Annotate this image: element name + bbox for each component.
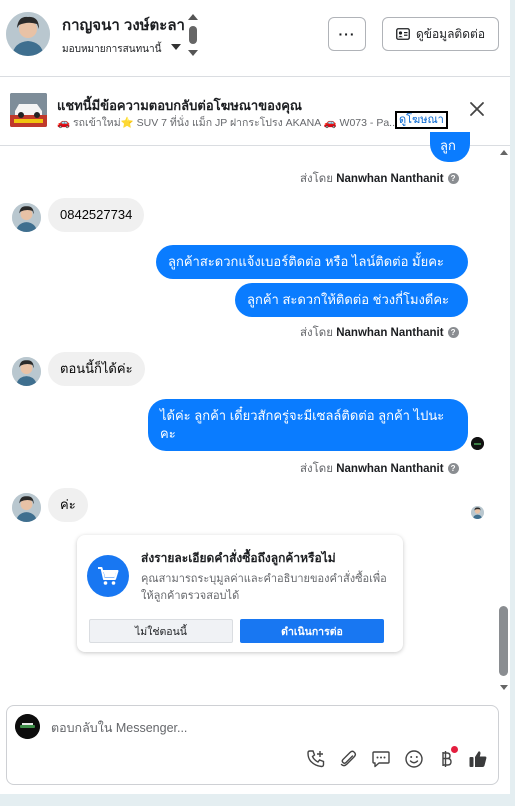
send-order-details-card: ส่งรายละเอียดคำสั่งซื้อถึงลูกค้าหรือไม่ … <box>77 535 403 652</box>
sent-by-label: ส่งโดย Nanwhan Nanthanit? <box>300 324 459 342</box>
saved-reply-icon <box>372 751 390 768</box>
seen-avatar <box>471 437 484 450</box>
customer-avatar <box>12 203 41 232</box>
message-text: ลูกค้าสะดวกแจ้งเบอร์ติดต่อ หรือ ไลน์ติดต… <box>168 254 444 269</box>
sent-by-prefix: ส่งโดย <box>300 327 334 339</box>
conversation-header: กาญจนา วงษ์ตะลา มอบหมายการสนทนานี้ ··· ด… <box>0 0 510 68</box>
agent-name: Nanwhan Nanthanit <box>336 327 444 339</box>
message-text: ลูก <box>440 138 456 153</box>
sent-by-label: ส่งโดย Nanwhan Nanthanit? <box>300 460 459 478</box>
ad-banner-title: แชทนี้มีข้อความตอบกลับต่อโฆษณาของคุณ <box>57 98 302 113</box>
message-bubble-incoming: 0842527734 <box>48 198 145 232</box>
message-bubble-outgoing: ลูกค้าสะดวกแจ้งเบอร์ติดต่อ หรือ ไลน์ติดต… <box>156 245 468 279</box>
customer-avatar <box>12 357 41 386</box>
info-icon[interactable]: ? <box>447 327 459 338</box>
contact-name: กาญจนา วงษ์ตะลา <box>62 17 185 34</box>
close-icon[interactable] <box>468 100 486 118</box>
resize-cursor-icon <box>188 14 198 56</box>
assign-conversation-label[interactable]: มอบหมายการสนทนานี้ <box>62 42 161 57</box>
reply-input[interactable] <box>51 718 471 738</box>
payment-notification-dot <box>451 746 458 753</box>
message-scrollbar[interactable] <box>497 146 510 692</box>
call-add-button[interactable] <box>305 748 327 770</box>
sent-by-prefix: ส่งโดย <box>300 463 334 475</box>
conversation-panel: กาญจนา วงษ์ตะลา มอบหมายการสนทนานี้ ··· ด… <box>0 0 510 794</box>
emoji-button[interactable] <box>403 748 425 770</box>
sent-by-label: ส่งโดย Nanwhan Nanthanit? <box>300 170 459 188</box>
order-prompt-title: ส่งรายละเอียดคำสั่งซื้อถึงลูกค้าหรือไม่ <box>141 551 336 565</box>
scrollbar-thumb[interactable] <box>499 606 508 676</box>
view-ad-link[interactable]: ดูโฆษณา <box>395 111 448 129</box>
message-text: ค่ะ <box>60 497 76 512</box>
view-contact-info-label: ดูข้อมูลติดต่อ <box>415 26 486 41</box>
message-bubble-incoming: ตอนนี้ก็ได้ค่ะ <box>48 352 145 386</box>
view-contact-info-button[interactable]: ดูข้อมูลติดต่อ <box>382 17 499 51</box>
message-text: 0842527734 <box>60 207 133 222</box>
like-icon <box>469 751 487 767</box>
not-now-button[interactable]: ไม่ใช่ตอนนี้ <box>89 619 233 643</box>
message-composer <box>6 705 499 785</box>
attach-button[interactable] <box>337 748 359 770</box>
contact-avatar[interactable] <box>6 12 50 56</box>
info-icon[interactable]: ? <box>447 463 459 474</box>
saved-replies-button[interactable] <box>370 748 392 770</box>
sent-by-prefix: ส่งโดย <box>300 173 334 185</box>
message-bubble-outgoing: ลูกค้า สะดวกให้ติดต่อ ช่วงกี่โมงดีคะ <box>235 283 468 317</box>
ad-thumbnail <box>10 93 47 127</box>
chevron-down-icon[interactable] <box>171 44 181 50</box>
message-text: ได้ค่ะ ลูกค้า เดี๋ยวสักครู่จะมีเซลล์ติดต… <box>160 408 445 441</box>
message-text: ลูกค้า สะดวกให้ติดต่อ ช่วงกี่โมงดีคะ <box>247 292 450 307</box>
continue-button[interactable]: ดำเนินการต่อ <box>240 619 384 643</box>
message-bubble-outgoing: ได้ค่ะ ลูกค้า เดี๋ยวสักครู่จะมีเซลล์ติดต… <box>148 399 468 451</box>
phone-add-icon <box>307 750 325 768</box>
like-button[interactable] <box>467 748 489 770</box>
order-prompt-description: คุณสามารถระบุมูลค่าและคำอธิบายของคำสั่งซ… <box>141 573 387 602</box>
emoji-icon <box>405 750 423 768</box>
agent-name: Nanwhan Nanthanit <box>336 463 444 475</box>
agent-name: Nanwhan Nanthanit <box>336 173 444 185</box>
attachment-icon <box>340 750 357 767</box>
ad-banner-description: 🚗 รถเข้าใหม่⭐ SUV 7 ที่นั่ง แม็ก JP ฝากร… <box>57 117 398 129</box>
info-icon[interactable]: ? <box>447 173 459 184</box>
scroll-up-arrow-icon[interactable] <box>500 150 508 155</box>
shopping-cart-icon <box>87 555 129 597</box>
page-avatar <box>15 714 40 739</box>
message-bubble-incoming: ค่ะ <box>48 488 88 522</box>
contact-card-icon <box>396 28 410 40</box>
seen-avatar <box>471 506 484 519</box>
customer-avatar <box>12 493 41 522</box>
scroll-down-arrow-icon[interactable] <box>500 685 508 690</box>
more-options-button[interactable]: ··· <box>328 17 366 51</box>
message-text: ตอนนี้ก็ได้ค่ะ <box>60 361 133 376</box>
message-bubble-outgoing: ลูก <box>430 132 470 162</box>
